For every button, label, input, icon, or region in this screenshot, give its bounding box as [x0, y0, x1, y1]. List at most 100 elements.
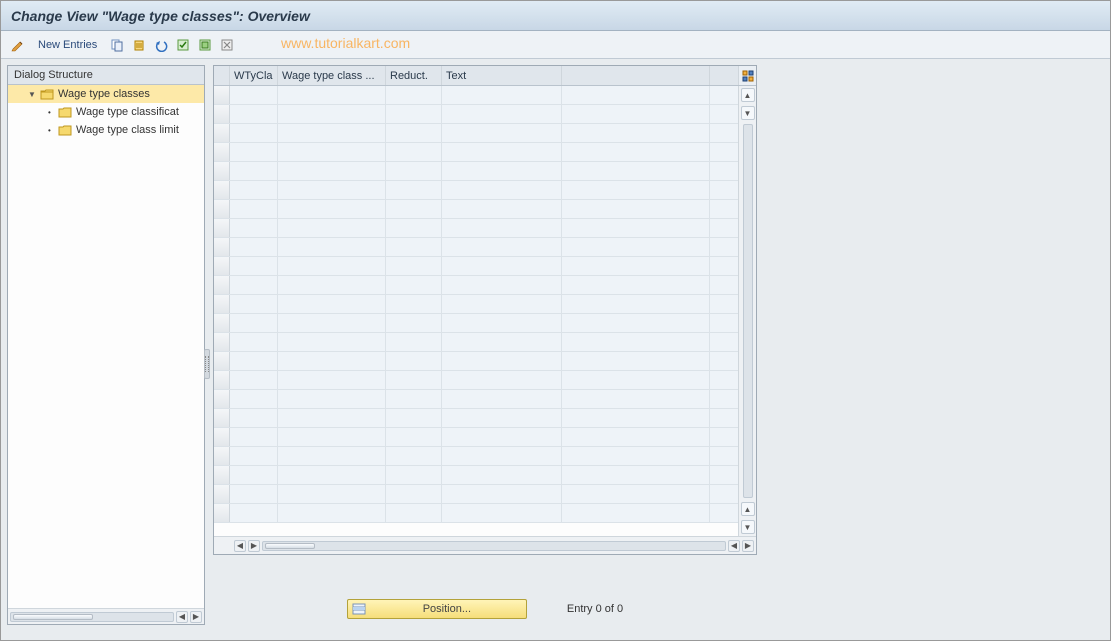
cell[interactable]	[562, 352, 710, 370]
cell[interactable]	[230, 162, 278, 180]
select-block-icon[interactable]	[196, 36, 214, 54]
cell[interactable]	[442, 219, 562, 237]
cell[interactable]	[278, 447, 386, 465]
cell[interactable]	[562, 238, 710, 256]
table-row[interactable]	[214, 200, 738, 219]
column-header-text[interactable]: Text	[442, 66, 562, 85]
row-selector[interactable]	[214, 238, 230, 256]
scrollbar-thumb[interactable]	[265, 543, 315, 549]
row-selector[interactable]	[214, 200, 230, 218]
row-selector[interactable]	[214, 105, 230, 123]
table-row[interactable]	[214, 238, 738, 257]
scroll-up-step-icon[interactable]: ▲	[741, 502, 755, 516]
row-selector[interactable]	[214, 466, 230, 484]
cell[interactable]	[442, 409, 562, 427]
cell[interactable]	[386, 352, 442, 370]
cell[interactable]	[710, 295, 738, 313]
cell[interactable]	[278, 352, 386, 370]
cell[interactable]	[386, 143, 442, 161]
scroll-right-step-icon[interactable]: ▶	[248, 540, 260, 552]
cell[interactable]	[278, 124, 386, 142]
cell[interactable]	[562, 86, 710, 104]
cell[interactable]	[442, 276, 562, 294]
table-row[interactable]	[214, 390, 738, 409]
cell[interactable]	[386, 295, 442, 313]
cell[interactable]	[386, 86, 442, 104]
select-all-icon[interactable]	[174, 36, 192, 54]
cell[interactable]	[278, 86, 386, 104]
cell[interactable]	[442, 314, 562, 332]
cell[interactable]	[386, 257, 442, 275]
cell[interactable]	[442, 143, 562, 161]
cell[interactable]	[562, 390, 710, 408]
row-selector[interactable]	[214, 86, 230, 104]
cell[interactable]	[230, 86, 278, 104]
cell[interactable]	[442, 352, 562, 370]
row-selector[interactable]	[214, 485, 230, 503]
cell[interactable]	[230, 257, 278, 275]
column-header-empty2[interactable]	[710, 66, 738, 85]
row-selector[interactable]	[214, 314, 230, 332]
cell[interactable]	[562, 409, 710, 427]
tree-item-wage-type-class-limit[interactable]: • Wage type class limit	[8, 121, 204, 139]
cell[interactable]	[386, 409, 442, 427]
cell[interactable]	[278, 257, 386, 275]
row-selector[interactable]	[214, 181, 230, 199]
cell[interactable]	[710, 238, 738, 256]
cell[interactable]	[278, 200, 386, 218]
table-row[interactable]	[214, 352, 738, 371]
cell[interactable]	[278, 181, 386, 199]
cell[interactable]	[230, 333, 278, 351]
cell[interactable]	[386, 428, 442, 446]
table-row[interactable]	[214, 219, 738, 238]
cell[interactable]	[562, 485, 710, 503]
deselect-all-icon[interactable]	[218, 36, 236, 54]
cell[interactable]	[442, 447, 562, 465]
cell[interactable]	[710, 143, 738, 161]
cell[interactable]	[710, 200, 738, 218]
cell[interactable]	[442, 466, 562, 484]
cell[interactable]	[710, 124, 738, 142]
table-row[interactable]	[214, 257, 738, 276]
cell[interactable]	[278, 409, 386, 427]
cell[interactable]	[278, 466, 386, 484]
cell[interactable]	[442, 257, 562, 275]
cell[interactable]	[230, 504, 278, 522]
cell[interactable]	[386, 447, 442, 465]
cell[interactable]	[442, 200, 562, 218]
cell[interactable]	[278, 143, 386, 161]
row-selector[interactable]	[214, 504, 230, 522]
table-row[interactable]	[214, 371, 738, 390]
delete-icon[interactable]	[130, 36, 148, 54]
cell[interactable]	[230, 371, 278, 389]
cell[interactable]	[278, 219, 386, 237]
cell[interactable]	[710, 466, 738, 484]
cell[interactable]	[278, 428, 386, 446]
cell[interactable]	[386, 504, 442, 522]
tree-item-wage-type-classification[interactable]: • Wage type classificat	[8, 103, 204, 121]
row-selector[interactable]	[214, 447, 230, 465]
table-row[interactable]	[214, 485, 738, 504]
cell[interactable]	[562, 124, 710, 142]
table-row[interactable]	[214, 124, 738, 143]
scrollbar-track[interactable]	[10, 612, 174, 622]
cell[interactable]	[386, 219, 442, 237]
cell[interactable]	[710, 485, 738, 503]
cell[interactable]	[562, 143, 710, 161]
cell[interactable]	[386, 314, 442, 332]
grid-configure-icon[interactable]	[738, 66, 756, 85]
cell[interactable]	[442, 162, 562, 180]
tree-collapse-icon[interactable]: ▼	[28, 90, 36, 99]
cell[interactable]	[230, 219, 278, 237]
tree-item-wage-type-classes[interactable]: ▼ Wage type classes	[8, 85, 204, 103]
cell[interactable]	[710, 257, 738, 275]
table-row[interactable]	[214, 447, 738, 466]
new-entries-button[interactable]: New Entries	[31, 36, 104, 54]
table-row[interactable]	[214, 295, 738, 314]
cell[interactable]	[278, 238, 386, 256]
cell[interactable]	[710, 181, 738, 199]
cell[interactable]	[562, 295, 710, 313]
cell[interactable]	[562, 428, 710, 446]
table-row[interactable]	[214, 428, 738, 447]
table-row[interactable]	[214, 86, 738, 105]
